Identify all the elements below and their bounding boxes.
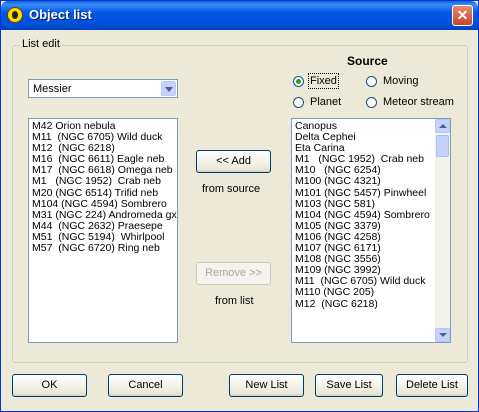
source-list-scrollbar[interactable]	[435, 119, 450, 342]
chevron-down-icon[interactable]	[161, 81, 176, 96]
new-list-button[interactable]: New List	[229, 374, 304, 397]
radio-moving-label[interactable]: Moving	[383, 75, 418, 87]
scroll-thumb[interactable]	[436, 135, 449, 157]
list-item[interactable]: M110 (NGC 205)	[295, 287, 430, 298]
catalog-select-value: Messier	[33, 83, 72, 95]
list-item[interactable]: M57 (NGC 6720) Ring neb	[32, 242, 177, 254]
list-item[interactable]: M101 (NGC 5457) Pinwheel	[295, 187, 430, 199]
add-caption: from source	[202, 183, 261, 195]
list-item[interactable]: M1 (NGC 1952) Crab neb	[32, 176, 177, 187]
radio-fixed-label[interactable]: Fixed	[308, 73, 339, 89]
source-label: Source	[347, 54, 388, 68]
list-item[interactable]: M100 (NGC 4321)	[295, 176, 430, 187]
list-item[interactable]: M12 (NGC 6218)	[295, 298, 430, 310]
radio-meteor-stream[interactable]: Meteor stream	[366, 96, 454, 108]
radio-planet[interactable]: Planet	[293, 96, 341, 108]
object-list-box[interactable]: M42 Orion nebula M11 (NGC 6705) Wild duck…	[28, 118, 178, 343]
catalog-select[interactable]: Messier	[28, 79, 178, 98]
close-button[interactable]: ✕	[452, 5, 473, 26]
remove-button[interactable]: Remove >>	[196, 262, 271, 285]
scroll-down-icon[interactable]	[435, 328, 450, 342]
delete-list-button[interactable]: Delete List	[396, 374, 468, 397]
radio-planet-label[interactable]: Planet	[310, 96, 341, 108]
radio-moving-indicator[interactable]	[366, 75, 377, 87]
add-button[interactable]: << Add	[196, 150, 271, 173]
list-edit-label: List edit	[20, 38, 62, 50]
radio-planet-indicator[interactable]	[293, 96, 304, 108]
ok-button[interactable]: OK	[12, 374, 87, 397]
list-item[interactable]: M20 (NGC 6514) Trifid neb	[32, 187, 177, 199]
remove-caption: from list	[215, 295, 254, 307]
radio-fixed[interactable]: Fixed	[293, 73, 339, 89]
scroll-up-icon[interactable]	[435, 119, 450, 133]
app-icon	[7, 7, 23, 23]
cancel-button[interactable]: Cancel	[108, 374, 183, 397]
radio-meteor-stream-label[interactable]: Meteor stream	[383, 96, 454, 108]
object-list-dialog: Object list ✕ List edit Source Fixed Mov…	[0, 0, 479, 412]
radio-moving[interactable]: Moving	[366, 75, 418, 87]
radio-fixed-indicator[interactable]	[293, 75, 304, 87]
radio-meteor-stream-indicator[interactable]	[366, 96, 377, 108]
title-bar[interactable]: Object list ✕	[1, 1, 478, 30]
save-list-button[interactable]: Save List	[315, 374, 383, 397]
source-list-box[interactable]: Canopus Delta Cephei Eta Carina M1 (NGC 195…	[291, 118, 451, 343]
window-title: Object list	[29, 7, 92, 22]
